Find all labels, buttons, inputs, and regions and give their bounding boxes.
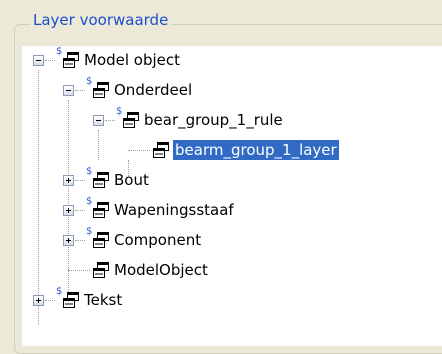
tree-connector <box>68 270 90 271</box>
tree-connector <box>75 180 85 181</box>
object-tree-node-icon <box>93 262 109 278</box>
tree-connector <box>128 150 150 151</box>
minus-box-icon[interactable] <box>63 85 74 96</box>
tree-connector <box>75 90 85 91</box>
object-tree-node-icon <box>93 172 109 188</box>
tree-node-model-object[interactable]: $ Model object <box>22 46 442 76</box>
tree-node-bout[interactable]: $ Bout <box>22 166 442 196</box>
tree-connector <box>75 210 85 211</box>
object-tree-node-icon <box>93 82 109 98</box>
condition-marker: $ <box>86 166 93 177</box>
tree-connector <box>105 120 115 121</box>
tree-node-onderdeel[interactable]: $ Onderdeel <box>22 76 442 106</box>
object-tree-node-icon <box>123 112 139 128</box>
tree-node-component[interactable]: $ Component <box>22 226 442 256</box>
tree-connector <box>45 60 55 61</box>
object-tree-node-icon <box>93 202 109 218</box>
tree-node-label: Tekst <box>84 291 123 309</box>
tree-node-label: ModelObject <box>114 261 208 279</box>
tree-node-label: Model object <box>84 51 181 69</box>
tree-node-modelobject[interactable]: ModelObject <box>22 256 442 286</box>
object-tree-node-icon <box>63 52 79 68</box>
plus-box-icon[interactable] <box>63 175 74 186</box>
tree-node-bear-group-1-rule[interactable]: $ bear_group_1_rule <box>22 106 442 136</box>
tree-node-label: Onderdeel <box>114 81 193 99</box>
tree-node-bearm-group-1-layer[interactable]: bearm_group_1_layer <box>22 136 442 166</box>
object-tree-node-icon <box>153 142 169 158</box>
condition-marker: $ <box>56 46 63 57</box>
plus-box-icon[interactable] <box>63 205 74 216</box>
tree-node-wapeningsstaaf[interactable]: $ Wapeningsstaaf <box>22 196 442 226</box>
tree-node-tekst[interactable]: $ Tekst <box>22 286 442 316</box>
layer-condition-tree[interactable]: $ Model object $ Onderdeel $ bear_group_… <box>22 46 442 346</box>
condition-marker: $ <box>86 196 93 207</box>
minus-box-icon[interactable] <box>93 115 104 126</box>
plus-box-icon[interactable] <box>33 295 44 306</box>
groupbox-title: Layer voorwaarde <box>30 11 172 29</box>
tree-node-label: bear_group_1_rule <box>144 111 283 129</box>
tree-connector <box>75 240 85 241</box>
condition-marker: $ <box>116 106 123 117</box>
tree-connector <box>45 300 55 301</box>
condition-marker: $ <box>86 76 93 87</box>
plus-box-icon[interactable] <box>63 235 74 246</box>
tree-node-label: Wapeningsstaaf <box>114 201 234 219</box>
object-tree-node-icon <box>93 232 109 248</box>
object-tree-node-icon <box>63 292 79 308</box>
tree-node-label: Component <box>114 231 202 249</box>
tree-node-label-selected: bearm_group_1_layer <box>172 139 340 161</box>
condition-marker: $ <box>86 226 93 237</box>
condition-marker: $ <box>56 286 63 297</box>
minus-box-icon[interactable] <box>33 55 44 66</box>
tree-node-label: Bout <box>114 171 149 189</box>
